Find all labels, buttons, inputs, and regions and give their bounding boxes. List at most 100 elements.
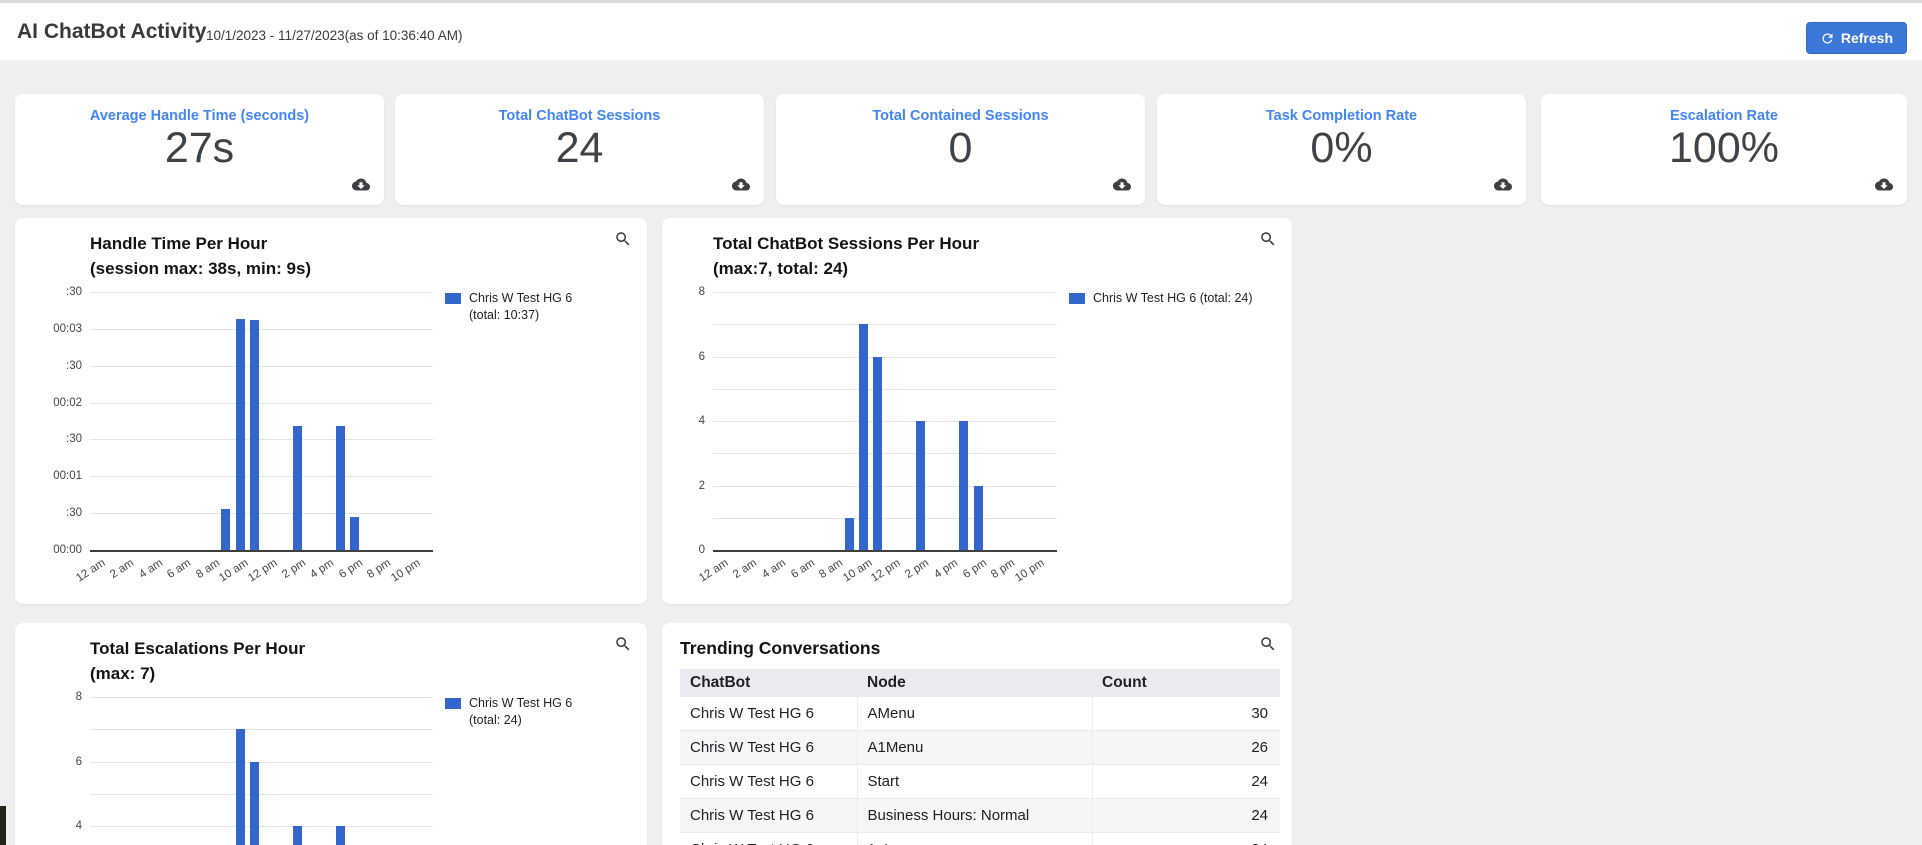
y-axis-tick-label: :30 (15, 432, 82, 446)
gridline (90, 729, 433, 730)
chart-subtitle: (max: 7) (90, 661, 305, 686)
y-axis-tick-label: 6 (15, 755, 82, 769)
magnifier-icon[interactable] (614, 635, 632, 653)
x-axis-tick-label: 8 am (817, 557, 845, 581)
refresh-button[interactable]: Refresh (1806, 22, 1907, 54)
table-title: Trending Conversations (680, 638, 880, 659)
y-axis-tick-label: :30 (15, 506, 82, 520)
gridline (90, 292, 433, 293)
x-axis-tick-label: 10 pm (389, 557, 422, 584)
cell-chatbot: Chris W Test HG 6 (680, 799, 857, 833)
y-axis-tick-label: 00:00 (15, 543, 82, 557)
table-row: Chris W Test HG 6Business Hours: Normal2… (680, 799, 1280, 833)
legend-swatch (445, 293, 461, 304)
bar[interactable] (293, 426, 302, 550)
bar[interactable] (350, 517, 359, 550)
x-axis-tick-label: 12 pm (869, 557, 902, 584)
y-axis-tick-label: 8 (662, 285, 705, 299)
x-axis-tick-label: 4 pm (932, 557, 960, 581)
y-axis-tick-label: 2 (662, 479, 705, 493)
date-range-label: 10/1/2023 - 11/27/2023(as of 10:36:40 AM… (206, 28, 462, 43)
gridline (90, 329, 433, 330)
bar[interactable] (959, 421, 968, 550)
y-axis-tick-label: :30 (15, 359, 82, 373)
gridline (90, 697, 433, 698)
bar[interactable] (873, 357, 882, 551)
x-axis-tick-label: 6 am (789, 557, 817, 581)
refresh-label: Refresh (1841, 30, 1893, 46)
bar[interactable] (916, 421, 925, 550)
kpi-title: Escalation Rate (1541, 108, 1907, 124)
bar[interactable] (974, 486, 983, 551)
x-axis-tick-label: 12 am (74, 557, 107, 584)
cloud-download-icon[interactable] (352, 177, 370, 192)
header-bar: AI ChatBot Activity 10/1/2023 - 11/27/20… (0, 0, 1922, 60)
kpi-card-task-completion-rate: Task Completion Rate 0% (1157, 94, 1526, 205)
x-axis-tick-label: 8 am (194, 557, 222, 581)
bar[interactable] (336, 426, 345, 550)
gridline (713, 324, 1057, 325)
bar[interactable] (250, 320, 259, 550)
y-axis-tick-label: 8 (15, 690, 82, 704)
y-axis-tick-label: 00:01 (15, 469, 82, 483)
y-axis-tick-label: 00:02 (15, 396, 82, 410)
bar[interactable] (236, 729, 245, 845)
x-axis-tick-label: 10 pm (1013, 557, 1046, 584)
x-axis-tick-label: 6 am (165, 557, 193, 581)
x-axis-line (713, 550, 1057, 552)
cloud-download-icon[interactable] (1113, 177, 1131, 192)
magnifier-icon[interactable] (1259, 230, 1277, 248)
legend-swatch (1069, 293, 1085, 304)
chart-subtitle: (max:7, total: 24) (713, 256, 979, 281)
y-axis-tick-label: 4 (662, 414, 705, 428)
y-axis-tick-label: 6 (662, 350, 705, 364)
chart-legend: Chris W Test HG 6 (total: 10:37) (445, 290, 595, 324)
bar[interactable] (845, 518, 854, 550)
chart-title: Total ChatBot Sessions Per Hour (713, 231, 979, 256)
cloud-download-icon[interactable] (1875, 177, 1893, 192)
column-header-count: Count (1092, 669, 1280, 697)
x-axis-tick-label: 10 am (841, 557, 874, 584)
y-axis-tick-label: 0 (662, 543, 705, 557)
kpi-title: Total Contained Sessions (776, 108, 1145, 124)
bar[interactable] (293, 826, 302, 845)
cell-node: AMenu (857, 697, 1092, 731)
gridline (90, 826, 433, 827)
legend-swatch (445, 698, 461, 709)
dashboard-screen: AI ChatBot Activity 10/1/2023 - 11/27/20… (0, 0, 1922, 845)
bar[interactable] (859, 324, 868, 550)
kpi-value: 27s (15, 124, 384, 173)
chart-legend: Chris W Test HG 6 (total: 24) (445, 695, 595, 729)
table-row: Chris W Test HG 61: Loans24 (680, 833, 1280, 845)
table-row: Chris W Test HG 6AMenu30 (680, 697, 1280, 731)
bar[interactable] (250, 762, 259, 845)
cloud-download-icon[interactable] (732, 177, 750, 192)
bar[interactable] (236, 319, 245, 550)
cloud-download-icon[interactable] (1494, 177, 1512, 192)
bar[interactable] (336, 826, 345, 845)
gridline (90, 476, 433, 477)
gridline (713, 518, 1057, 519)
kpi-value: 100% (1541, 124, 1907, 173)
x-axis-tick-label: 2 pm (280, 557, 308, 581)
escalations-chart-panel: Total Escalations Per Hour (max: 7) 0246… (15, 623, 647, 845)
cell-count: 26 (1092, 731, 1280, 765)
magnifier-icon[interactable] (614, 230, 632, 248)
bar[interactable] (221, 509, 230, 550)
chart-subtitle: (session max: 38s, min: 9s) (90, 256, 311, 281)
cell-count: 24 (1092, 833, 1280, 845)
trending-conversations-table: ChatBot Node Count Chris W Test HG 6AMen… (680, 669, 1280, 845)
sessions-chart-panel: Total ChatBot Sessions Per Hour (max:7, … (662, 218, 1292, 604)
x-axis-tick-label: 2 am (108, 557, 136, 581)
gridline (713, 486, 1057, 487)
y-axis-tick-label: :30 (15, 285, 82, 299)
chart-legend: Chris W Test HG 6 (total: 24) (1069, 290, 1284, 307)
x-axis-tick-label: 8 pm (989, 557, 1017, 581)
x-axis-tick-label: 6 pm (961, 557, 989, 581)
kpi-card-escalation-rate: Escalation Rate 100% (1541, 94, 1907, 205)
gridline (90, 762, 433, 763)
handle-time-chart-panel: Handle Time Per Hour (session max: 38s, … (15, 218, 647, 604)
y-axis-tick-label: 4 (15, 819, 82, 833)
magnifier-icon[interactable] (1259, 635, 1277, 653)
kpi-title: Total ChatBot Sessions (395, 108, 764, 124)
